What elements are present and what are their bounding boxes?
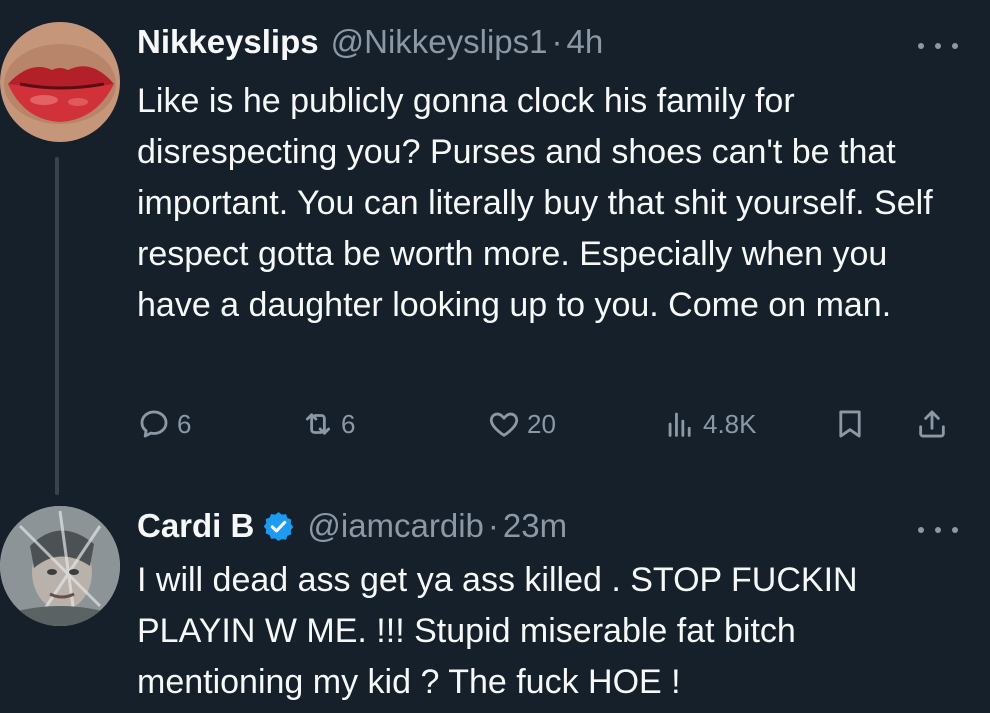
display-name[interactable]: Nikkeyslips: [137, 23, 319, 61]
avatar[interactable]: [0, 22, 120, 142]
reply-icon: [140, 410, 168, 438]
verified-badge-icon[interactable]: [262, 510, 295, 543]
tweet-header: Nikkeyslips @Nikkeyslips1 · 4h: [137, 22, 603, 62]
share-button[interactable]: [915, 404, 949, 444]
lips-avatar-image: [0, 22, 120, 142]
views-button[interactable]: 4.8K: [663, 404, 757, 444]
repost-icon: [305, 413, 331, 435]
like-count: 20: [527, 408, 556, 439]
more-options-icon[interactable]: [918, 36, 958, 56]
avatar[interactable]: [0, 506, 120, 626]
user-handle[interactable]: @Nikkeyslips1: [331, 23, 548, 61]
view-count: 4.8K: [703, 408, 757, 439]
tweet-text: Like is he publicly gonna clock his fami…: [137, 82, 933, 324]
like-button[interactable]: 20: [487, 404, 556, 444]
display-name[interactable]: Cardi B: [137, 507, 254, 545]
bookmark-button[interactable]: [833, 404, 867, 444]
heart-icon: [489, 412, 519, 437]
repost-button[interactable]: 6: [301, 404, 355, 444]
separator: ·: [487, 507, 499, 544]
reply-button[interactable]: 6: [137, 404, 191, 444]
user-handle[interactable]: @iamcardib: [307, 507, 484, 545]
reply-count: 6: [177, 408, 192, 439]
bookmark-icon: [839, 410, 861, 438]
timestamp[interactable]: 23m: [503, 507, 567, 545]
thread-line: [55, 157, 59, 495]
separator: ·: [551, 23, 563, 60]
repost-count: 6: [341, 408, 356, 439]
share-icon: [919, 410, 945, 438]
tweet-header: Cardi B @iamcardib · 23m: [137, 506, 567, 546]
views-chart-icon: [668, 412, 691, 437]
tweet-text: I will dead ass get ya ass killed . STOP…: [137, 561, 858, 701]
more-options-icon[interactable]: [918, 520, 958, 540]
timestamp[interactable]: 4h: [567, 23, 604, 61]
profile-photo-image: [0, 506, 120, 626]
action-bar: 6 6 20 4.8K: [137, 404, 967, 444]
